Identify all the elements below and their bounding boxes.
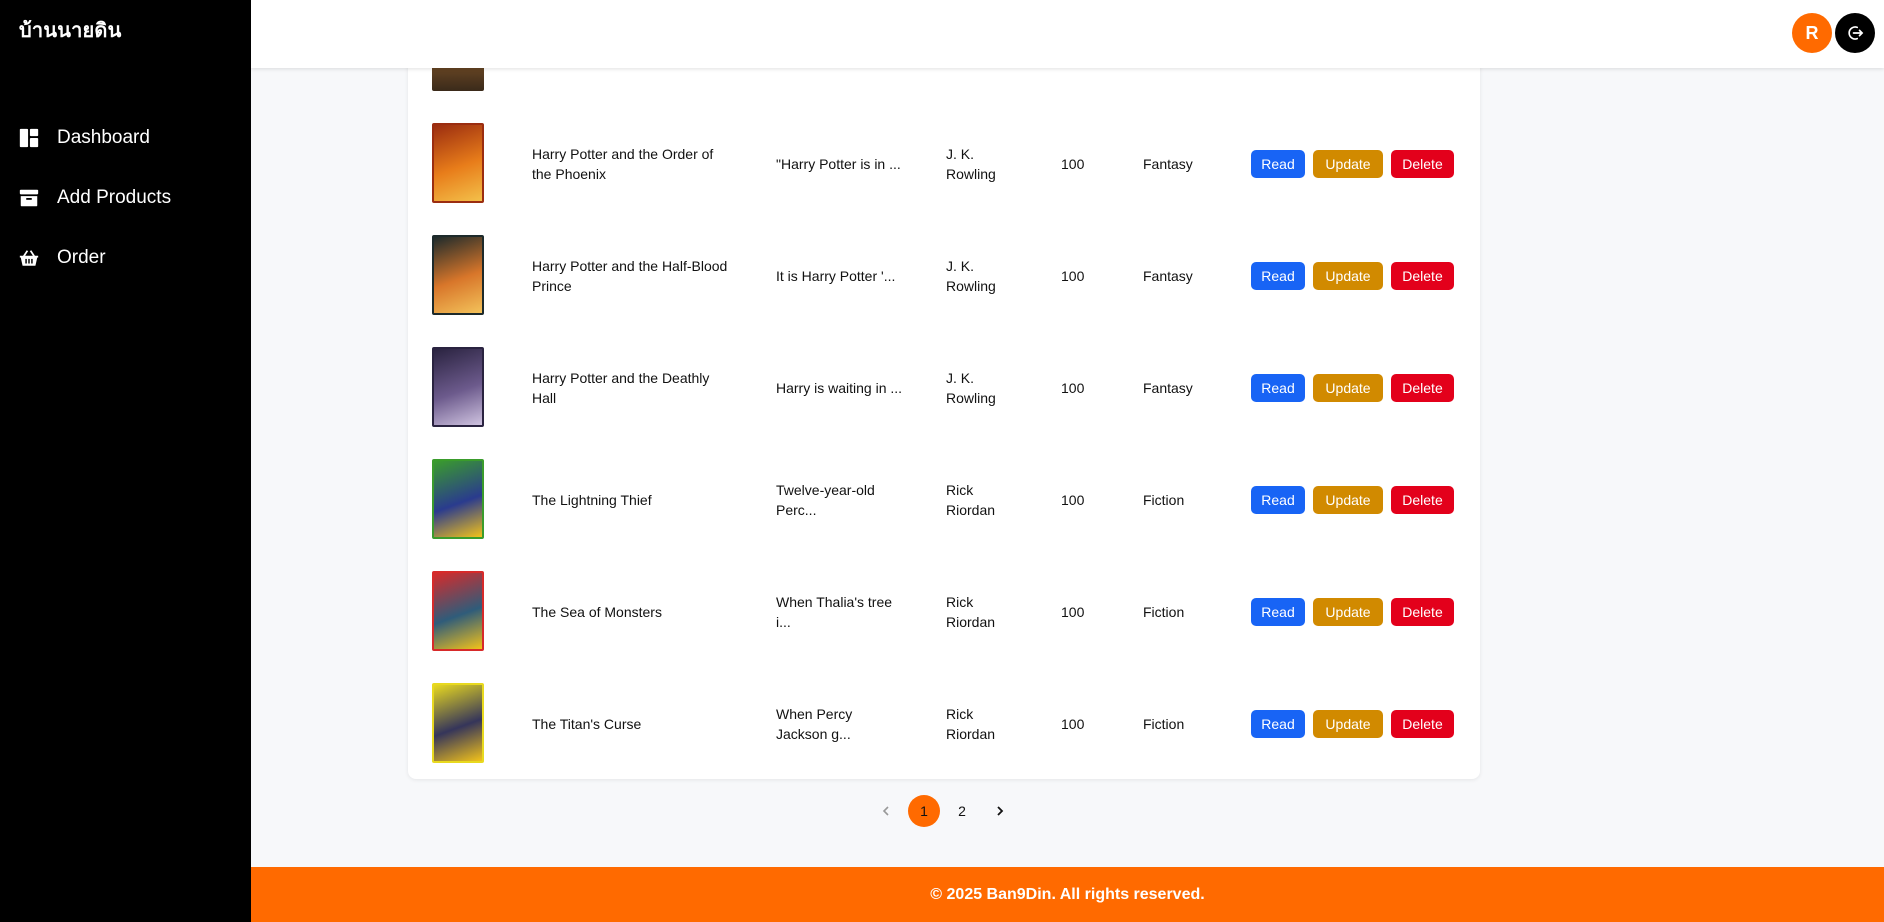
- product-author: J. K. Rowling: [946, 370, 996, 406]
- product-category: Fantasy: [1143, 268, 1193, 284]
- sidebar-item-order[interactable]: Order: [0, 228, 251, 288]
- product-description: When Percy Jackson g...: [776, 706, 853, 742]
- read-button[interactable]: Read: [1251, 598, 1305, 626]
- read-button[interactable]: Read: [1251, 486, 1305, 514]
- table-row: Harry Potter and the Deathly Hall Harry i…: [408, 332, 1480, 444]
- delete-button[interactable]: Delete: [1391, 150, 1454, 178]
- update-button[interactable]: Update: [1313, 262, 1383, 290]
- table-row: Harry Potter and the Order of the Phoeni…: [408, 108, 1480, 220]
- row-actions: Read Update Delete: [1251, 710, 1454, 738]
- book-cover: [432, 459, 484, 539]
- product-author: Rick Riordan: [946, 482, 996, 518]
- delete-button[interactable]: Delete: [1391, 710, 1454, 738]
- product-title: The Lightning Thief: [532, 492, 652, 508]
- table-row: The Titan's Curse When Percy Jackson g...…: [408, 668, 1480, 779]
- sidebar: บ้านนายดิน Dashboard Add Products Order: [0, 0, 251, 922]
- page-button-1[interactable]: 1: [908, 795, 940, 827]
- delete-button[interactable]: Delete: [1391, 262, 1454, 290]
- archive-box-icon: [18, 187, 40, 209]
- dashboard-icon: [18, 127, 40, 149]
- product-stock: 100: [1061, 156, 1085, 172]
- product-stock: 100: [1061, 492, 1085, 508]
- read-button[interactable]: Read: [1251, 262, 1305, 290]
- book-cover: [432, 683, 484, 763]
- logout-button[interactable]: [1835, 13, 1875, 53]
- update-button[interactable]: Update: [1313, 374, 1383, 402]
- basket-icon: [18, 247, 40, 269]
- book-cover: [432, 571, 484, 651]
- product-stock: 100: [1061, 604, 1085, 620]
- delete-button[interactable]: Delete: [1391, 486, 1454, 514]
- next-page-button[interactable]: [984, 795, 1016, 827]
- read-button[interactable]: Read: [1251, 374, 1305, 402]
- product-title: Harry Potter and the Deathly Hall: [532, 370, 710, 406]
- product-stock: 100: [1061, 380, 1085, 396]
- sidebar-nav: Dashboard Add Products Order: [0, 108, 251, 288]
- read-button[interactable]: Read: [1251, 150, 1305, 178]
- pagination: 1 2: [870, 795, 1016, 827]
- product-category: Fantasy: [1143, 380, 1193, 396]
- product-description: "Harry Potter is in ...: [776, 156, 901, 172]
- book-cover: [432, 235, 484, 315]
- product-stock: 100: [1061, 268, 1085, 284]
- table-row: Harry Potter and the Half-Blood Prince It…: [408, 220, 1480, 332]
- sidebar-item-label: Add Products: [57, 187, 172, 208]
- product-table: Harry Potter and the Order of the Phoeni…: [408, 0, 1480, 779]
- row-actions: Read Update Delete: [1251, 262, 1454, 290]
- footer-text: © 2025 Ban9Din. All rights reserved.: [930, 885, 1205, 903]
- sidebar-item-dashboard[interactable]: Dashboard: [0, 108, 251, 168]
- delete-button[interactable]: Delete: [1391, 598, 1454, 626]
- update-button[interactable]: Update: [1313, 486, 1383, 514]
- book-cover: [432, 347, 484, 427]
- update-button[interactable]: Update: [1313, 710, 1383, 738]
- sidebar-item-add-products[interactable]: Add Products: [0, 168, 251, 228]
- chevron-left-icon: [882, 806, 889, 816]
- product-author: Rick Riordan: [946, 706, 996, 742]
- product-description: Twelve-year-old Perc...: [776, 482, 875, 518]
- product-title: Harry Potter and the Order of the Phoeni…: [532, 146, 714, 182]
- delete-button[interactable]: Delete: [1391, 374, 1454, 402]
- row-actions: Read Update Delete: [1251, 150, 1454, 178]
- top-header: R: [251, 0, 1884, 68]
- product-description: It is Harry Potter '...: [776, 268, 896, 284]
- page-button-2[interactable]: 2: [946, 795, 978, 827]
- product-author: J. K. Rowling: [946, 146, 996, 182]
- product-category: Fiction: [1143, 716, 1185, 732]
- product-description: Harry is waiting in ...: [776, 380, 903, 396]
- sidebar-item-label: Dashboard: [57, 127, 150, 148]
- read-button[interactable]: Read: [1251, 710, 1305, 738]
- prev-page-button[interactable]: [870, 795, 902, 827]
- avatar[interactable]: R: [1792, 13, 1832, 53]
- table-row: The Sea of Monsters When Thalia's tree i.…: [408, 556, 1480, 668]
- book-cover: [432, 123, 484, 203]
- product-category: Fiction: [1143, 492, 1185, 508]
- sidebar-item-label: Order: [57, 247, 106, 268]
- row-actions: Read Update Delete: [1251, 486, 1454, 514]
- product-author: J. K. Rowling: [946, 258, 996, 294]
- product-description: When Thalia's tree i...: [776, 594, 893, 630]
- product-category: Fantasy: [1143, 156, 1193, 172]
- footer: © 2025 Ban9Din. All rights reserved.: [251, 867, 1884, 922]
- chevron-right-icon: [997, 806, 1004, 816]
- row-actions: Read Update Delete: [1251, 598, 1454, 626]
- product-author: Rick Riordan: [946, 594, 996, 630]
- product-title: The Titan's Curse: [532, 716, 642, 732]
- product-title: The Sea of Monsters: [532, 604, 662, 620]
- brand-logo[interactable]: บ้านนายดิน: [19, 14, 121, 46]
- product-title: Harry Potter and the Half-Blood Prince: [532, 258, 728, 294]
- update-button[interactable]: Update: [1313, 150, 1383, 178]
- product-category: Fiction: [1143, 604, 1185, 620]
- logout-icon: [1848, 26, 1864, 40]
- table-row: The Lightning Thief Twelve-year-old Perc.…: [408, 444, 1480, 556]
- update-button[interactable]: Update: [1313, 598, 1383, 626]
- product-stock: 100: [1061, 716, 1085, 732]
- row-actions: Read Update Delete: [1251, 374, 1454, 402]
